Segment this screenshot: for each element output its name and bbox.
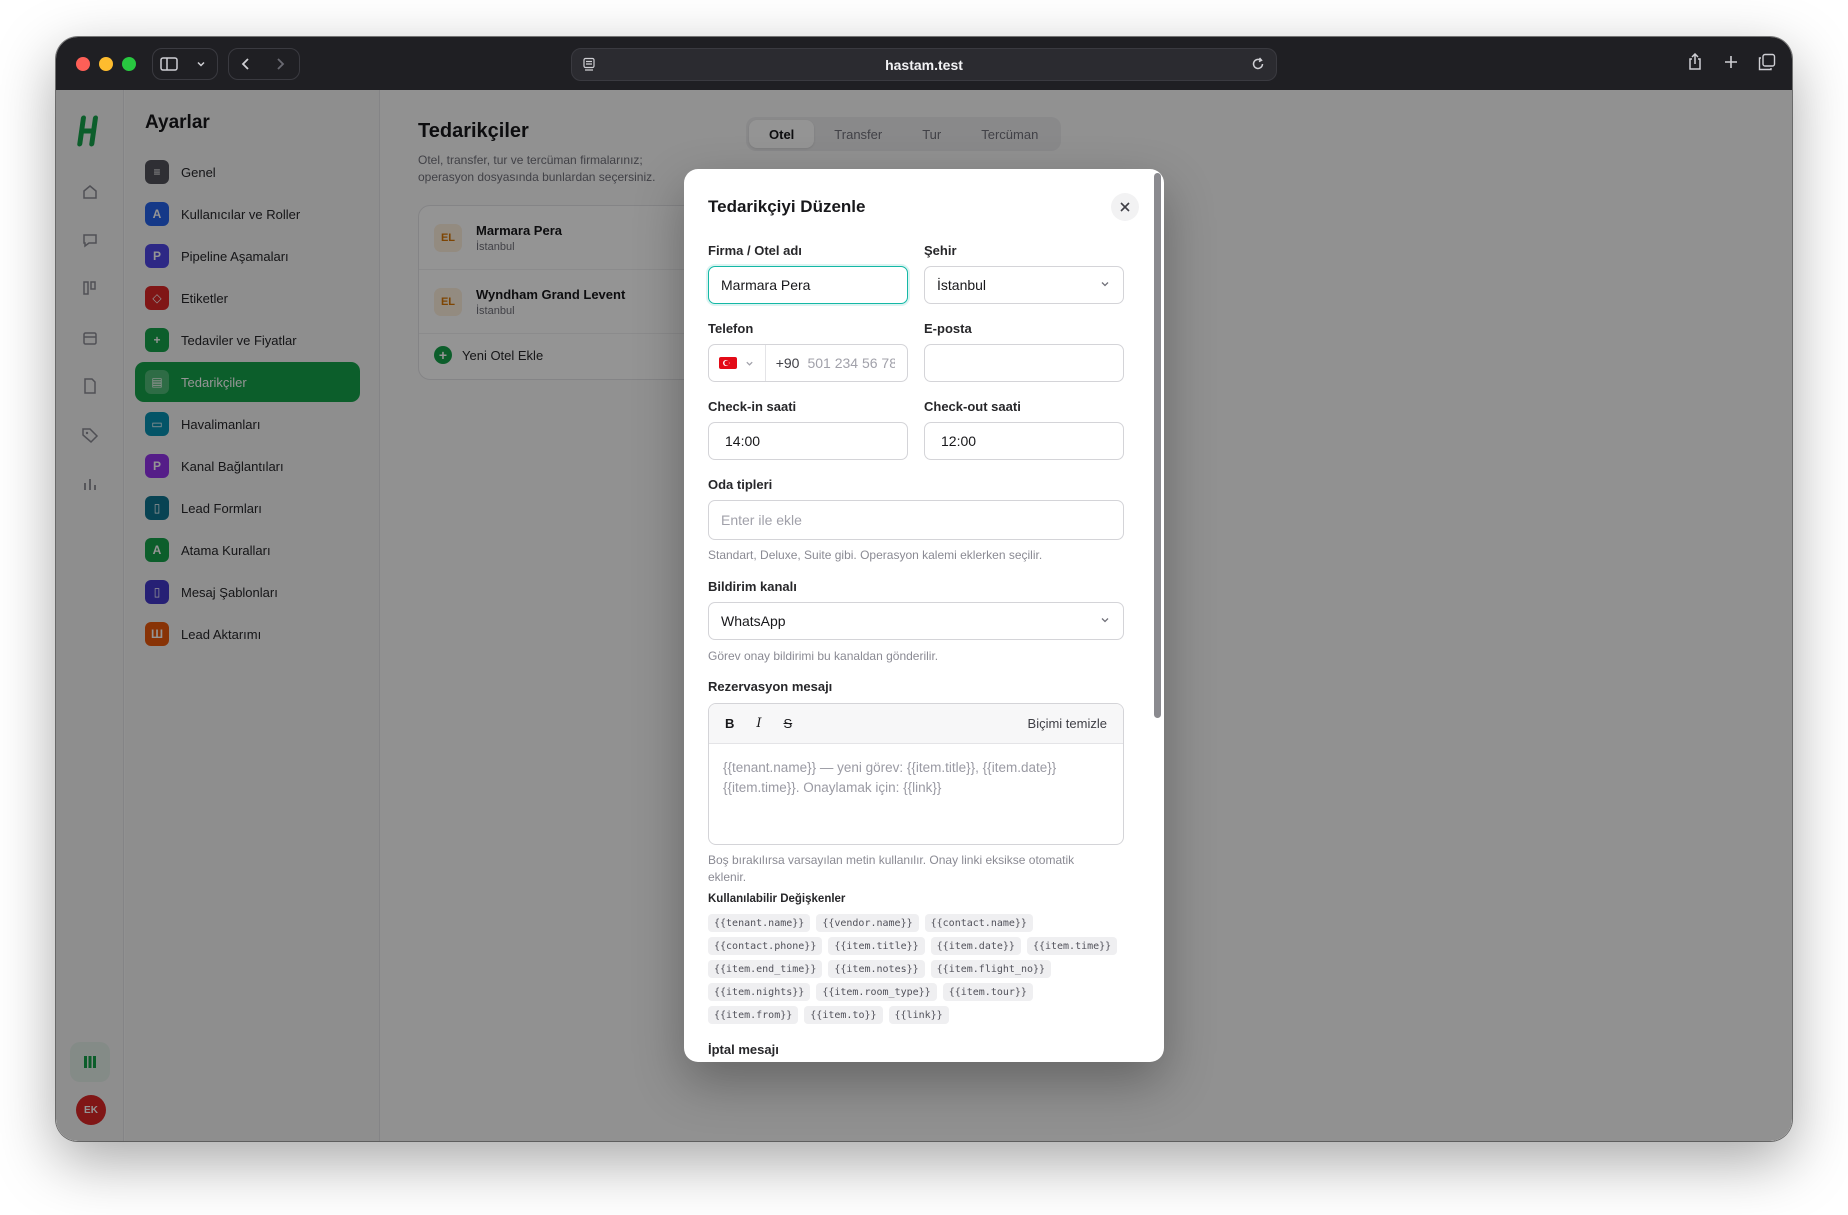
- sidebar-toggle-group: [152, 48, 218, 80]
- browser-window: hastam.test EK Ayarlar ≡ Genel A Kullanıcıl…: [56, 37, 1792, 1141]
- variable-chip[interactable]: {{item.from}}: [708, 1006, 799, 1024]
- browser-actions: [1684, 51, 1778, 73]
- url-text: hastam.test: [885, 56, 963, 73]
- channel-label: Bildirim kanalı: [708, 579, 797, 594]
- page-settings-icon[interactable]: [582, 57, 596, 71]
- variable-chip[interactable]: {{item.flight_no}}: [930, 960, 1052, 978]
- variable-chip[interactable]: {{item.nights}}: [708, 983, 811, 1001]
- back-arrow-icon[interactable]: [229, 49, 263, 79]
- close-icon: [1120, 202, 1130, 212]
- phone-label: Telefon: [708, 321, 754, 336]
- close-modal-button[interactable]: [1111, 193, 1139, 221]
- reload-icon[interactable]: [1250, 56, 1266, 72]
- variable-chip[interactable]: {{vendor.name}}: [816, 914, 919, 932]
- phone-placeholder: 501 234 56 78: [807, 355, 895, 371]
- modal-title: Tedarikçiyi Düzenle: [708, 197, 866, 216]
- variable-chip[interactable]: {{item.date}}: [930, 937, 1021, 955]
- clear-format-button[interactable]: Biçimi temizle: [1028, 716, 1107, 731]
- chevron-down-icon: [1101, 618, 1109, 623]
- channel-value: WhatsApp: [721, 613, 786, 629]
- variable-chip[interactable]: {{item.title}}: [828, 937, 925, 955]
- variable-chip[interactable]: {{item.to}}: [804, 1006, 883, 1024]
- city-label: Şehir: [924, 243, 957, 258]
- variable-chip[interactable]: {{contact.name}}: [924, 914, 1033, 932]
- browser-titlebar: hastam.test: [56, 37, 1792, 90]
- room-types-label: Oda tipleri: [708, 477, 773, 492]
- variable-chip[interactable]: {{link}}: [888, 1006, 949, 1024]
- close-window-button[interactable]: [76, 57, 90, 71]
- city-value: İstanbul: [937, 277, 987, 293]
- variable-chip[interactable]: {{item.notes}}: [828, 960, 925, 978]
- country-select[interactable]: [709, 345, 766, 381]
- reservation-hint: Boş bırakılırsa varsayılan metin kullanı…: [708, 853, 1075, 884]
- room-types-input[interactable]: Enter ile ekle: [708, 500, 1124, 540]
- channel-select[interactable]: WhatsApp: [708, 602, 1124, 640]
- variable-chip[interactable]: {{item.time}}: [1026, 937, 1118, 955]
- editor-textarea[interactable]: {{tenant.name}} — yeni görev: {{item.tit…: [709, 744, 1123, 812]
- italic-button[interactable]: I: [756, 716, 761, 731]
- history-nav-group: [228, 48, 300, 80]
- city-select[interactable]: İstanbul: [924, 266, 1124, 304]
- edit-vendor-modal: Tedarikçiyi Düzenle Firma / Otel adı Mar…: [684, 169, 1164, 1062]
- share-icon[interactable]: [1684, 51, 1706, 73]
- phone-input[interactable]: +90 501 234 56 78: [708, 344, 908, 382]
- channel-hint: Görev onay bildirimi bu kanaldan gönderi…: [708, 649, 939, 663]
- reservation-label: Rezervasyon mesajı: [708, 679, 833, 694]
- room-types-hint: Standart, Deluxe, Suite gibi. Operasyon …: [708, 548, 1043, 562]
- reservation-message-editor: B I S Biçimi temizle {{tenant.name}} — y…: [708, 703, 1124, 845]
- email-input[interactable]: [924, 344, 1124, 382]
- cancel-message-label: İptal mesajı: [708, 1042, 779, 1057]
- variable-chip[interactable]: {{tenant.name}}: [708, 914, 811, 932]
- checkin-label: Check-in saati: [708, 399, 797, 414]
- editor-toolbar: B I S Biçimi temizle: [709, 704, 1123, 744]
- email-label: E-posta: [924, 321, 972, 336]
- strikethrough-button[interactable]: S: [784, 716, 793, 731]
- phone-country-code: +90: [775, 355, 800, 371]
- variable-chip[interactable]: {{item.end_time}}: [708, 960, 823, 978]
- chevron-down-icon[interactable]: [185, 49, 217, 79]
- zoom-window-button[interactable]: [122, 57, 136, 71]
- modal-scrollbar[interactable]: [1154, 173, 1161, 718]
- checkin-time-input[interactable]: 14:00: [708, 422, 908, 460]
- minimize-window-button[interactable]: [99, 57, 113, 71]
- forward-arrow-icon[interactable]: [263, 49, 297, 79]
- chevron-down-icon: [746, 361, 754, 366]
- checkout-label: Check-out saati: [924, 399, 1021, 414]
- checkout-time-input[interactable]: 12:00: [924, 422, 1124, 460]
- bold-button[interactable]: B: [725, 716, 734, 731]
- address-bar[interactable]: hastam.test: [571, 48, 1277, 81]
- new-tab-icon[interactable]: [1720, 51, 1742, 73]
- tab-overview-icon[interactable]: [1756, 51, 1778, 73]
- variable-chips: {{tenant.name}} {{vendor.name}} {{contact.…: [708, 914, 1128, 1024]
- sidebar-toggle-icon[interactable]: [153, 49, 185, 79]
- window-controls: [76, 57, 136, 71]
- turkey-flag-icon: [719, 357, 738, 369]
- chevron-down-icon: [1101, 282, 1109, 287]
- variable-chip[interactable]: {{item.room_type}}: [816, 983, 937, 1001]
- variable-chip[interactable]: {{contact.phone}}: [708, 937, 823, 955]
- variables-title: Kullanılabilir Değişkenler: [708, 893, 846, 905]
- variable-chip[interactable]: {{item.tour}}: [942, 983, 1033, 1001]
- name-input[interactable]: Marmara Pera: [708, 266, 908, 304]
- name-label: Firma / Otel adı: [708, 243, 802, 258]
